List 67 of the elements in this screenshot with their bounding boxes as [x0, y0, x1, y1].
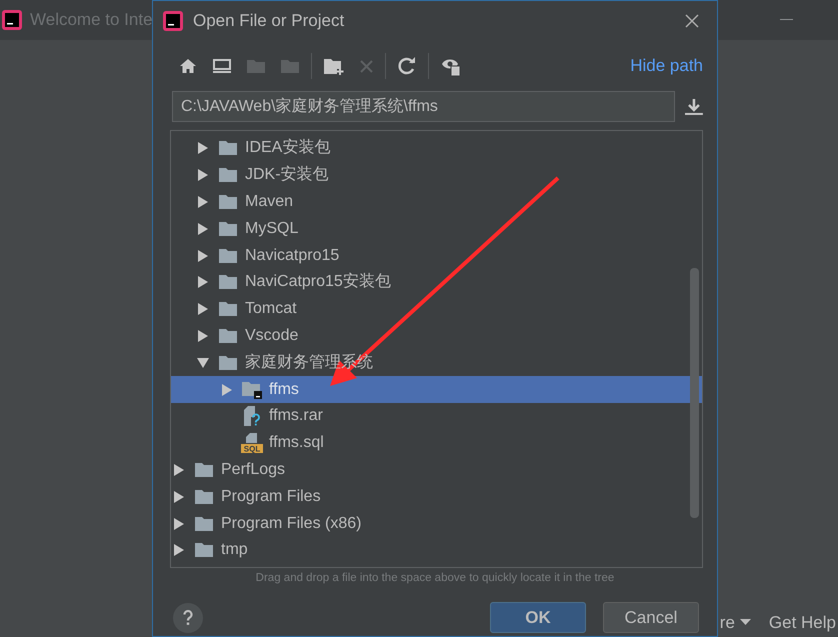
expand-arrow-icon[interactable]: [174, 544, 184, 556]
expand-arrow-icon[interactable]: [198, 196, 208, 208]
project-folder-icon: [242, 380, 262, 399]
home-icon[interactable]: [179, 58, 197, 74]
folder-icon: [281, 58, 299, 74]
expand-arrow-icon[interactable]: [174, 490, 184, 503]
new-folder-icon[interactable]: [324, 58, 344, 74]
hint-text: Drag and drop a file into the space above to quickly locate it in the tree: [254, 571, 616, 586]
tree-row[interactable]: PerfLogs: [171, 456, 702, 484]
folder-icon: [219, 274, 237, 290]
path-field[interactable]: C:\JAVAWeb\家庭财务管理系统\ffms: [172, 91, 676, 122]
help-button[interactable]: [173, 602, 203, 633]
folder-icon: [195, 488, 213, 505]
expand-arrow-icon[interactable]: [198, 169, 208, 182]
close-icon[interactable]: [685, 14, 699, 28]
tree-row[interactable]: tmp: [171, 536, 702, 564]
expand-arrow-icon[interactable]: [198, 222, 208, 235]
expand-arrow-icon[interactable]: [198, 276, 208, 288]
folder-icon: [219, 328, 237, 344]
tree-row[interactable]: MySQL: [171, 215, 702, 242]
folder-icon: [247, 58, 265, 74]
download-icon[interactable]: [685, 98, 703, 115]
tree-row[interactable]: IDEA安装包: [171, 135, 702, 162]
folder-icon: [219, 354, 237, 371]
tree-row[interactable]: Maven: [171, 188, 702, 216]
tree-row[interactable]: Navicatpro15: [171, 242, 702, 269]
delete-icon: [360, 60, 373, 72]
dialog-title: Open File or Project: [193, 10, 346, 32]
folder-icon: [219, 248, 237, 264]
tree-row[interactable]: Program Files (x86): [171, 510, 702, 537]
folder-icon: [195, 542, 213, 558]
tree-row[interactable]: Tomcat: [171, 296, 702, 323]
tree-row[interactable]: ffms.rar: [171, 402, 702, 430]
app-logo-icon: [163, 11, 183, 31]
tree-row[interactable]: Program Files: [171, 483, 702, 510]
folder-icon: [219, 220, 237, 237]
collapse-arrow-icon[interactable]: [197, 358, 209, 368]
footer-link[interactable]: Get Help: [768, 610, 836, 635]
monitor-icon[interactable]: [213, 59, 231, 73]
folder-icon: [219, 167, 237, 184]
expand-arrow-icon[interactable]: [222, 384, 232, 396]
tree-row[interactable]: NaviCatpro15安装包: [171, 268, 702, 296]
footer-link[interactable]: re: [720, 610, 751, 635]
expand-arrow-icon[interactable]: [198, 330, 208, 342]
expand-arrow-icon[interactable]: [174, 518, 184, 530]
folder-icon: [195, 462, 213, 478]
app-logo-icon: [2, 10, 22, 30]
scrollbar-thumb[interactable]: [690, 268, 699, 518]
unknown-file-icon: [242, 406, 262, 426]
folder-icon: [219, 301, 237, 318]
hide-path-link[interactable]: Hide path: [630, 53, 703, 79]
tree-row[interactable]: Vscode: [171, 322, 702, 350]
question-icon: [183, 610, 193, 626]
expand-arrow-icon[interactable]: [198, 303, 208, 316]
tree-row[interactable]: ffms: [171, 376, 702, 403]
refresh-icon[interactable]: [398, 57, 416, 75]
expand-arrow-icon[interactable]: [174, 464, 184, 476]
expand-arrow-icon[interactable]: [198, 142, 208, 154]
tree-row[interactable]: JDK-安装包: [171, 162, 702, 189]
caret-icon: [740, 619, 751, 626]
folder-icon: [219, 194, 237, 210]
folder-icon: [195, 516, 213, 532]
expand-arrow-icon[interactable]: [198, 250, 208, 262]
folder-icon: [219, 140, 237, 156]
dialog-button[interactable]: Cancel: [603, 602, 699, 634]
dialog-button[interactable]: OK: [490, 602, 586, 634]
tree-row[interactable]: SQL ffms.sql: [171, 430, 702, 457]
